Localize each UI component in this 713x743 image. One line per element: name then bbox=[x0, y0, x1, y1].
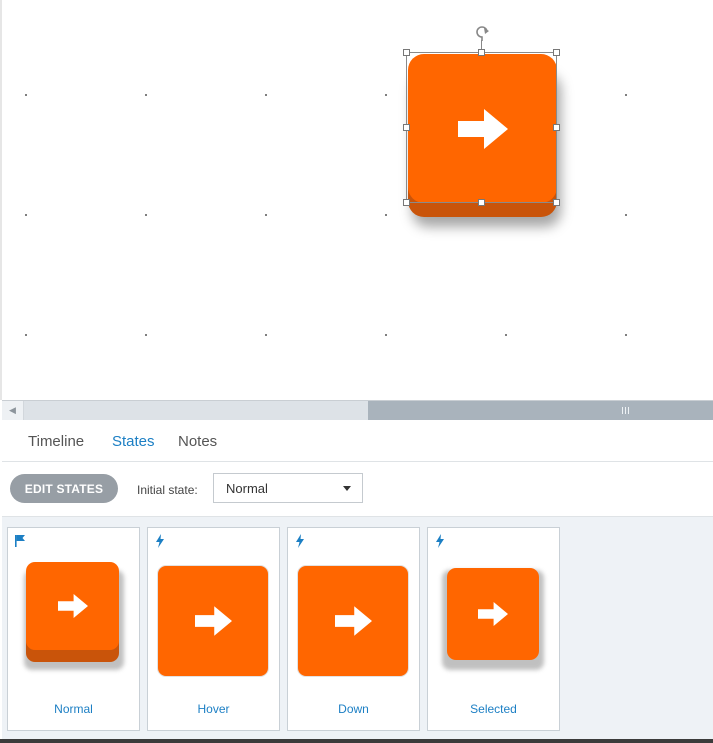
grid-dot bbox=[385, 94, 387, 96]
states-toolbar: EDIT STATES Initial state: Normal bbox=[2, 462, 713, 517]
arrow-right-icon bbox=[57, 594, 88, 618]
state-card-down[interactable]: Down bbox=[287, 527, 420, 731]
grid-dot bbox=[145, 94, 147, 96]
arrow-right-icon bbox=[194, 606, 232, 636]
state-label: Normal bbox=[54, 702, 93, 716]
resize-handle-ne[interactable] bbox=[553, 49, 560, 56]
grid-dot bbox=[25, 94, 27, 96]
tab-states[interactable]: States bbox=[112, 433, 155, 450]
grid-dot bbox=[265, 94, 267, 96]
resize-handle-e[interactable] bbox=[553, 124, 560, 131]
state-label: Hover bbox=[197, 702, 230, 716]
states-panel: Normal Hover Down Selected bbox=[2, 517, 713, 739]
resize-handle-se[interactable] bbox=[553, 199, 560, 206]
initial-state-label: Initial state: bbox=[137, 483, 198, 497]
arrow-right-icon bbox=[334, 606, 372, 636]
slide-canvas[interactable] bbox=[0, 0, 713, 400]
caret-left-icon: ◀ bbox=[9, 405, 16, 415]
state-thumbnail bbox=[22, 562, 127, 672]
grid-dot bbox=[505, 334, 507, 336]
state-card-selected[interactable]: Selected bbox=[427, 527, 560, 731]
grid-dot bbox=[385, 334, 387, 336]
resize-handle-n[interactable] bbox=[478, 49, 485, 56]
grip-icon bbox=[622, 407, 629, 414]
scrollbar-thumb[interactable] bbox=[368, 401, 713, 420]
arrow-right-icon bbox=[478, 602, 508, 626]
grid-dot bbox=[145, 214, 147, 216]
rotate-handle-icon[interactable] bbox=[473, 26, 491, 44]
button-face[interactable] bbox=[408, 54, 557, 203]
flag-icon bbox=[15, 535, 25, 547]
horizontal-scrollbar[interactable]: ◀ bbox=[2, 400, 713, 420]
resize-handle-sw[interactable] bbox=[403, 199, 410, 206]
tab-notes[interactable]: Notes bbox=[178, 433, 217, 450]
state-card-normal[interactable]: Normal bbox=[7, 527, 140, 731]
grid-dot bbox=[625, 214, 627, 216]
chevron-down-icon bbox=[343, 486, 351, 491]
initial-state-value: Normal bbox=[226, 480, 268, 496]
scroll-left-button[interactable]: ◀ bbox=[2, 401, 24, 420]
state-label: Down bbox=[338, 702, 369, 716]
grid-dot bbox=[385, 214, 387, 216]
lightning-icon bbox=[296, 534, 304, 548]
state-thumbnail bbox=[442, 566, 546, 670]
state-thumbnail bbox=[297, 565, 410, 678]
state-card-hover[interactable]: Hover bbox=[147, 527, 280, 731]
state-label: Selected bbox=[470, 702, 517, 716]
panel-tabs: Timeline States Notes bbox=[2, 420, 713, 462]
arrow-right-icon bbox=[457, 108, 508, 149]
resize-handle-s[interactable] bbox=[478, 199, 485, 206]
grid-dot bbox=[265, 214, 267, 216]
grid-dot bbox=[265, 334, 267, 336]
tab-timeline[interactable]: Timeline bbox=[28, 433, 84, 450]
lightning-icon bbox=[436, 534, 444, 548]
edit-states-button[interactable]: EDIT STATES bbox=[10, 474, 118, 503]
grid-dot bbox=[625, 94, 627, 96]
grid-dot bbox=[145, 334, 147, 336]
resize-handle-w[interactable] bbox=[403, 124, 410, 131]
state-thumbnail bbox=[157, 565, 270, 678]
lightning-icon bbox=[156, 534, 164, 548]
initial-state-dropdown[interactable]: Normal bbox=[213, 473, 363, 503]
grid-dot bbox=[25, 214, 27, 216]
button-object[interactable] bbox=[406, 52, 557, 217]
resize-handle-nw[interactable] bbox=[403, 49, 410, 56]
bottom-border bbox=[0, 739, 713, 743]
grid-dot bbox=[625, 334, 627, 336]
grid-dot bbox=[25, 334, 27, 336]
